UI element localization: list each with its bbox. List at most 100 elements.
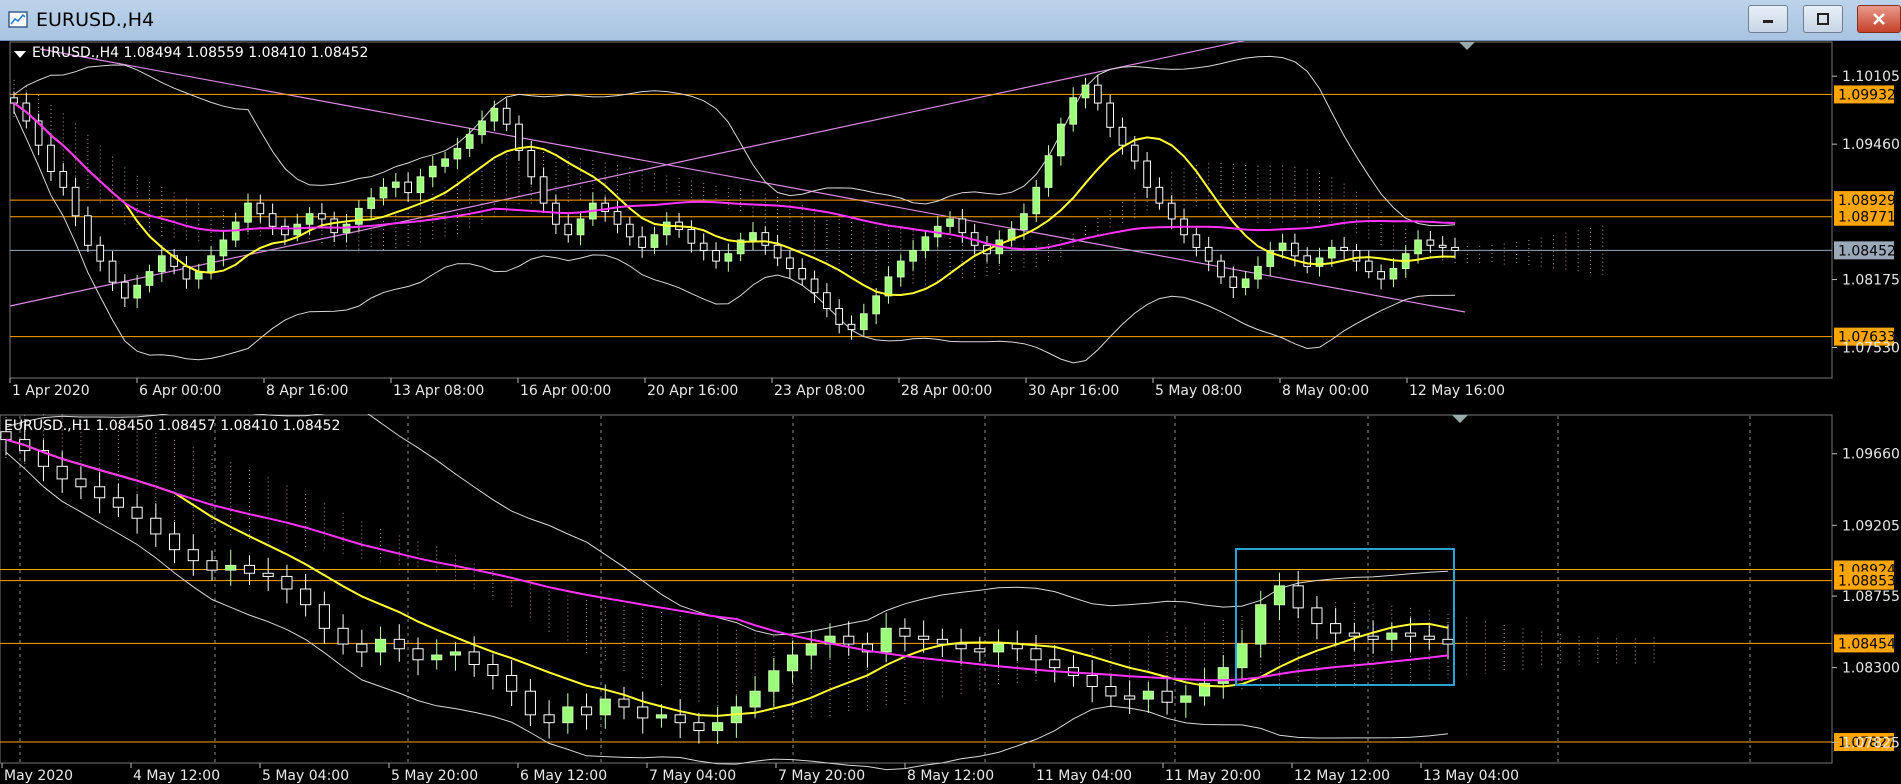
candle-body: [823, 292, 831, 310]
candle-body: [1241, 278, 1250, 288]
candle-body: [899, 627, 911, 637]
candle-body: [1130, 144, 1139, 162]
candle-body: [974, 648, 986, 653]
candle-body: [1364, 260, 1373, 273]
h4-chart[interactable]: 1.099321.089291.087711.076331.084521.101…: [0, 41, 1901, 404]
candle-body: [293, 223, 302, 236]
candle-body: [187, 549, 199, 562]
time-label: 13 Apr 08:00: [393, 383, 484, 399]
candle-body: [564, 223, 573, 236]
time-label: May 2020: [4, 768, 73, 784]
level-tag-label: 1.08771: [1838, 210, 1896, 226]
candle-body: [1426, 239, 1435, 246]
level-tag-label: 1.08452: [1838, 243, 1896, 259]
candle-body: [157, 255, 166, 273]
candle-body: [1367, 635, 1379, 640]
candle-body: [1414, 239, 1422, 255]
candle-body: [330, 218, 339, 234]
candle-body: [219, 239, 228, 257]
candle-body: [1093, 84, 1102, 104]
candle-body: [1030, 648, 1042, 661]
candle-body: [687, 228, 696, 244]
axis-tick-label: 1.09460: [1842, 137, 1900, 153]
axis-tick-label: 1.10105: [1842, 69, 1900, 85]
chart-window-icon: [8, 11, 28, 28]
candle-body: [412, 648, 424, 661]
candle-body: [786, 257, 794, 269]
candle-body: [1049, 659, 1061, 669]
candle-body: [1155, 186, 1164, 204]
candle-body: [1106, 102, 1115, 128]
candle-body: [638, 236, 646, 248]
candle-body: [225, 564, 237, 571]
candle-body: [524, 690, 536, 716]
candle-body: [693, 722, 705, 732]
candle-body: [1081, 84, 1090, 99]
maximize-button[interactable]: [1803, 5, 1843, 33]
time-label: 13 May 04:00: [1423, 768, 1519, 784]
time-label: 8 May 12:00: [907, 768, 994, 784]
candle-body: [416, 176, 425, 194]
candle-body: [909, 250, 917, 262]
candle-body: [1451, 246, 1459, 252]
candle-body: [918, 635, 930, 640]
time-label: 16 Apr 00:00: [520, 383, 611, 399]
candle-body: [1327, 246, 1336, 259]
candle-body: [576, 218, 585, 236]
candle-body: [992, 643, 1005, 653]
candle-body: [1442, 638, 1454, 645]
candle-body: [1389, 267, 1398, 280]
candle-body: [441, 158, 449, 167]
candle-body: [262, 572, 274, 577]
h1-chart[interactable]: 1.089241.088531.084541.078271.096601.092…: [0, 414, 1901, 784]
axis-tick-label: 1.08300: [1842, 661, 1900, 677]
candle-body: [1254, 265, 1262, 280]
candle-body: [1386, 632, 1398, 640]
close-icon: [1873, 13, 1885, 25]
level-tag-label: 1.08853: [1838, 574, 1896, 590]
candle-body: [1255, 604, 1267, 645]
candle-body: [1192, 234, 1201, 248]
candle-body: [637, 706, 649, 719]
candle-body: [1044, 155, 1053, 188]
candle-body: [625, 223, 634, 238]
close-button[interactable]: [1857, 5, 1901, 33]
time-label: 30 Apr 16:00: [1028, 383, 1119, 399]
candle-body: [1204, 246, 1213, 262]
candle-body: [490, 107, 499, 122]
candle-body: [1377, 271, 1385, 280]
candle-body: [1118, 126, 1127, 146]
candle-body: [281, 575, 293, 590]
candle-body: [318, 604, 330, 629]
level-tag-label: 1.09932: [1838, 87, 1896, 103]
time-label: 23 Apr 08:00: [774, 383, 865, 399]
candle-body: [131, 506, 143, 519]
axis-tick-label: 1.09205: [1842, 518, 1900, 534]
time-label: 6 May 12:00: [520, 768, 607, 784]
candle-body: [1105, 686, 1117, 697]
axis-tick-label: 1.07825: [1842, 735, 1900, 751]
level-tag-label: 1.08454: [1838, 636, 1896, 652]
candle-body: [859, 313, 868, 331]
candle-body: [768, 670, 780, 692]
chart-pane-h4[interactable]: 1.09932 1.08929 1.08771 1.07633 1.08452 1.101…: [0, 41, 1901, 404]
chart-pane-h1[interactable]: 1.08924 1.08853 1.08454 1.07827 1.09660 1.092…: [0, 414, 1901, 784]
candle-body: [805, 643, 817, 656]
candle-body: [268, 213, 277, 227]
candle-body: [1311, 607, 1323, 625]
candle-body: [599, 698, 611, 716]
candle-body: [650, 234, 659, 248]
candle-body: [354, 207, 363, 225]
time-label: 12 May 12:00: [1294, 768, 1390, 784]
candle-body: [96, 244, 105, 262]
minimize-button[interactable]: [1748, 5, 1788, 33]
candle-body: [356, 643, 368, 653]
time-label: 28 Apr 00:00: [901, 383, 992, 399]
candle-body: [1273, 585, 1286, 606]
candle-body: [1032, 186, 1041, 215]
candle-body: [798, 267, 807, 280]
candle-body: [613, 211, 622, 225]
candle-body: [502, 107, 511, 125]
candle-body: [1180, 695, 1192, 703]
candle-body: [749, 232, 757, 241]
